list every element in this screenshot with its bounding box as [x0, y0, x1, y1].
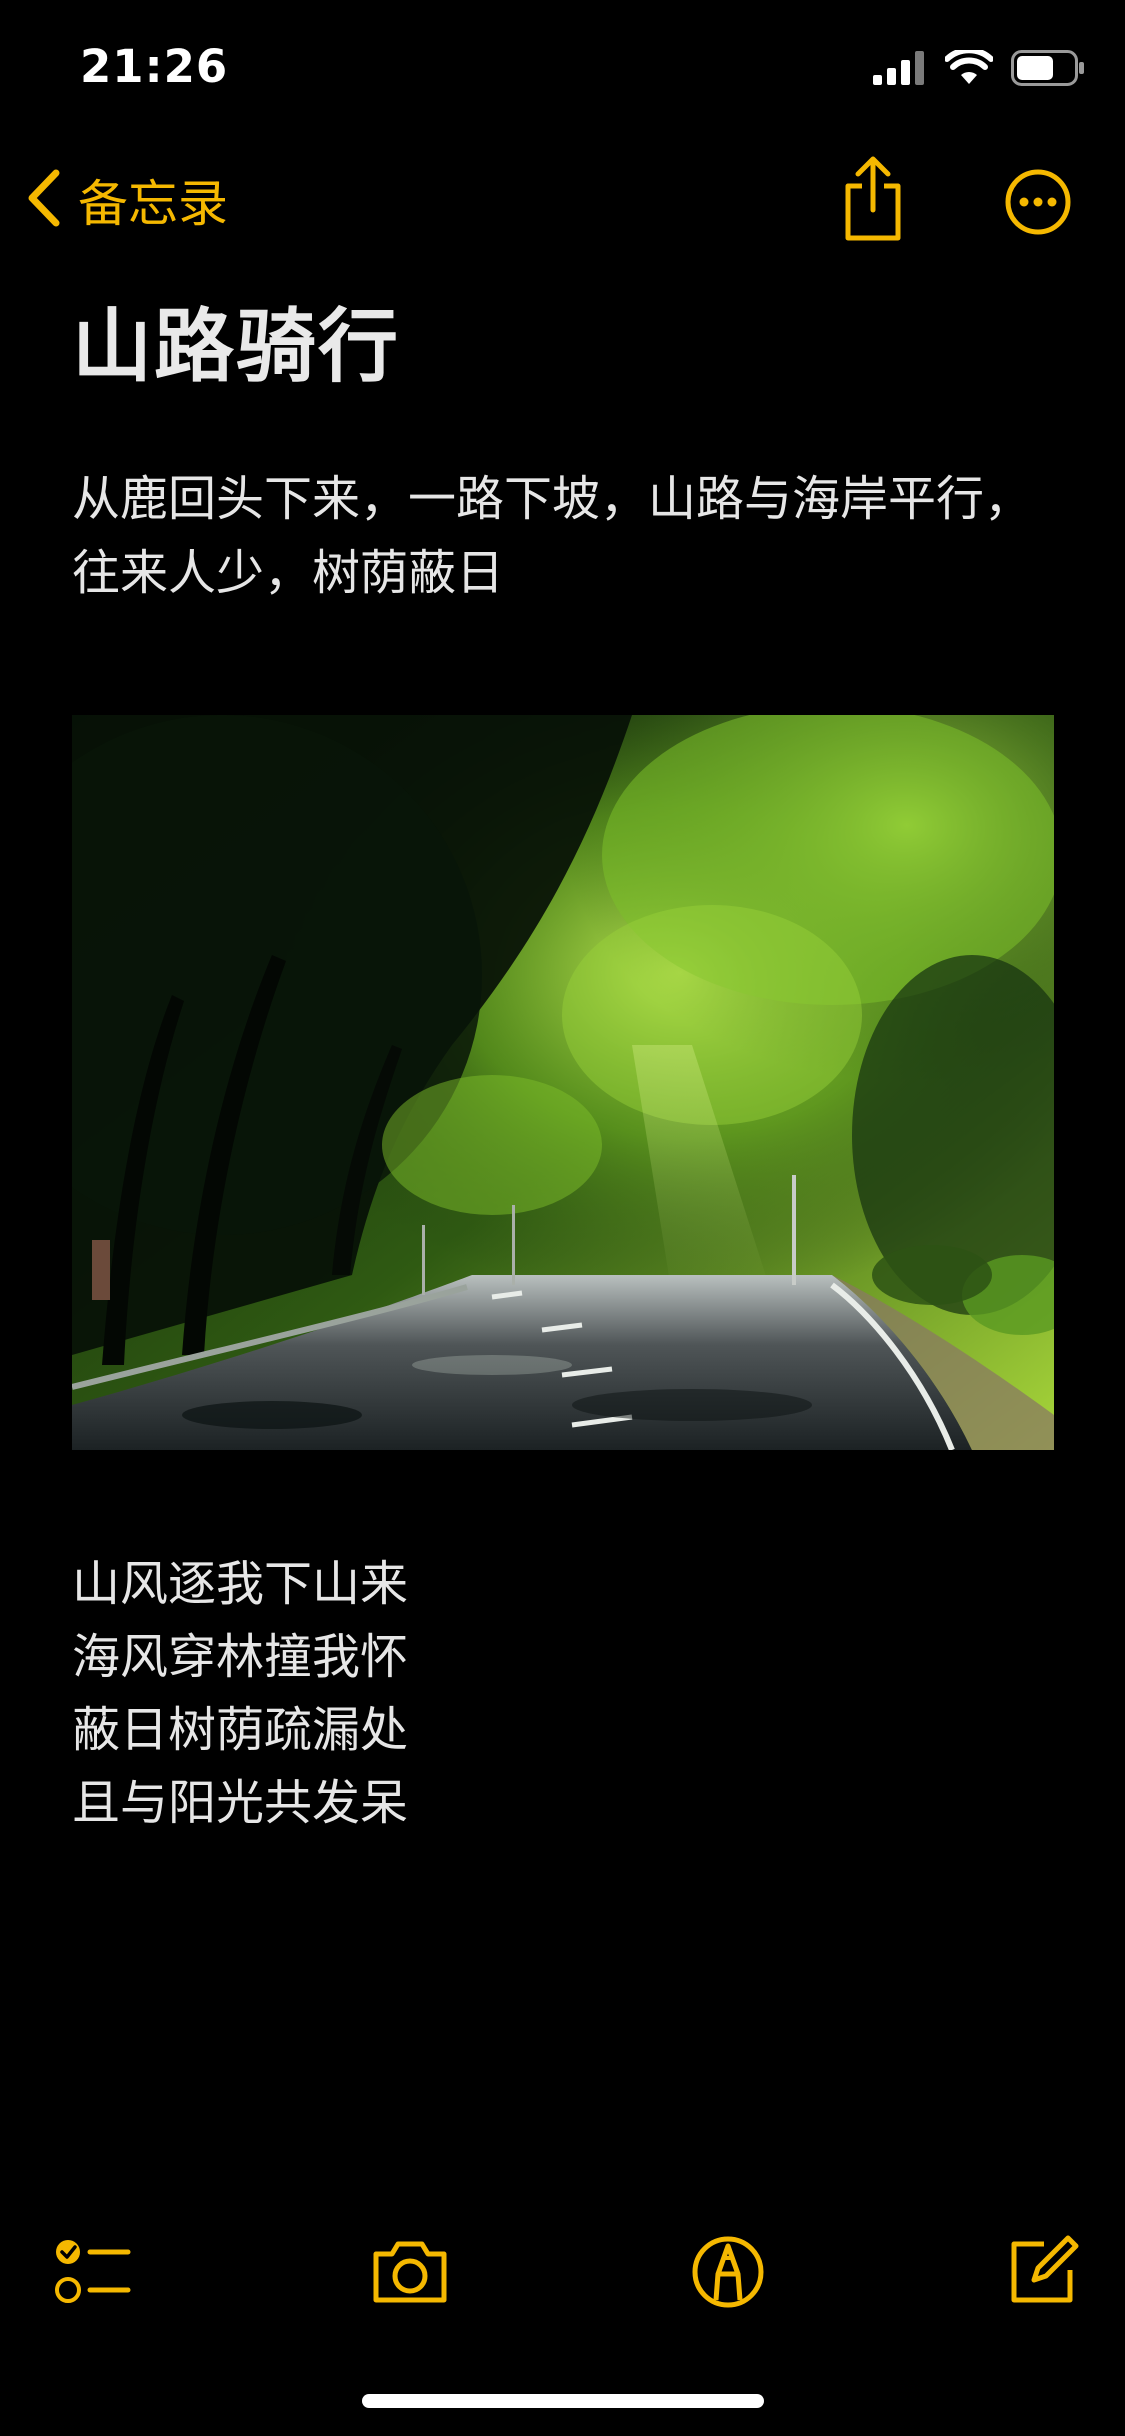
note-paragraph[interactable]: 从鹿回头下来，一路下坡，山路与海岸平行，往来人少，树荫蔽日 — [72, 462, 1052, 610]
markup-button[interactable] — [686, 2230, 770, 2314]
compose-icon — [1000, 2235, 1084, 2318]
poem[interactable]: 山风逐我下山来 海风穿林撞我怀 蔽日树荫疏漏处 且与阳光共发呆 — [72, 1548, 408, 1840]
back-label: 备忘录 — [78, 175, 228, 233]
poem-line: 蔽日树荫疏漏处 — [72, 1702, 409, 1758]
chevron-left-icon — [24, 167, 64, 233]
cellular-signal-icon — [873, 51, 927, 89]
more-button[interactable] — [1004, 168, 1072, 236]
share-button[interactable] — [838, 154, 908, 244]
battery-icon — [1011, 50, 1085, 90]
poem-line: 海风穿林撞我怀 — [72, 1629, 409, 1685]
status-bar: 21:26 — [0, 0, 1125, 132]
more-icon — [1004, 169, 1072, 240]
checklist-button[interactable] — [52, 2230, 136, 2314]
wifi-icon — [944, 47, 994, 90]
camera-button[interactable] — [368, 2230, 452, 2314]
tree-shaded-road-image — [72, 715, 1054, 1450]
home-indicator[interactable] — [362, 2394, 764, 2408]
share-icon — [838, 156, 908, 248]
camera-icon — [368, 2241, 452, 2318]
note-photo[interactable] — [72, 715, 1054, 1450]
status-time: 21:26 — [80, 40, 229, 93]
poem-line: 且与阳光共发呆 — [72, 1775, 409, 1831]
markup-icon — [686, 2236, 770, 2318]
bottom-toolbar — [0, 2220, 1125, 2320]
note-title[interactable]: 山路骑行 — [72, 282, 400, 398]
poem-line: 山风逐我下山来 — [72, 1556, 409, 1612]
status-icons — [873, 47, 1085, 90]
checklist-icon — [52, 2240, 136, 2318]
compose-button[interactable] — [1000, 2230, 1084, 2314]
back-button[interactable]: 备忘录 — [24, 160, 228, 240]
nav-bar: 备忘录 — [0, 140, 1125, 260]
